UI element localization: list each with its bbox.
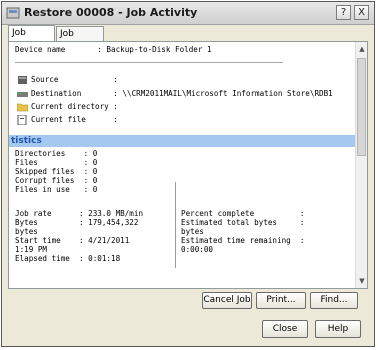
destination-line: Destination : \\CRM2011MAIL\Microsoft In… (31, 89, 333, 98)
separator (15, 62, 283, 63)
print-button[interactable]: Print... (256, 292, 306, 309)
close-titlebar-button[interactable]: X (354, 5, 369, 20)
restore-icon (6, 7, 20, 19)
device-name-line: Device name : Backup-to-Disk Folder 1 (15, 45, 212, 54)
stat-skipped-files: Skipped files : 0 (15, 167, 98, 176)
tab-job-history[interactable]: Job History (56, 26, 104, 53)
folder-icon (17, 103, 28, 112)
start-time: Start time : 4/21/2011 (15, 236, 130, 245)
tab-job-activity[interactable]: Job Activity (8, 25, 55, 52)
current-directory-line: Current directory : (31, 102, 118, 111)
window-title: Restore 00008 - Job Activity (24, 6, 198, 19)
activity-content: Device name : Backup-to-Disk Folder 1 So… (9, 42, 355, 288)
job-activity-panel: Device name : Backup-to-Disk Folder 1 So… (8, 41, 368, 289)
estimated-time-remaining: Estimated time remaining : (181, 236, 305, 245)
stat-files-in-use: Files in use : 0 (15, 185, 98, 194)
column-divider (175, 182, 176, 268)
bytes-unit: bytes (15, 227, 38, 236)
title-bar: Restore 00008 - Job Activity ? X (2, 2, 374, 25)
help-button[interactable]: Help (315, 320, 361, 338)
help-titlebar-button[interactable]: ? (336, 5, 351, 20)
vertical-scrollbar[interactable]: ▲ ▼ (355, 42, 367, 288)
scroll-thumb[interactable] (357, 58, 366, 156)
job-activity-window: Restore 00008 - Job Activity ? X Job Act… (1, 1, 375, 347)
file-icon (17, 115, 27, 125)
stat-files: Files : 0 (15, 158, 98, 167)
estimated-bytes-unit: bytes (181, 227, 204, 236)
stat-corrupt-files: Corrupt files : 0 (15, 176, 98, 185)
statistics-header: tistics (9, 135, 355, 147)
source-line: Source : (31, 75, 118, 84)
percent-complete: Percent complete : (181, 209, 305, 218)
start-time-clock: 1:19 PM (15, 245, 48, 254)
cancel-job-button[interactable]: Cancel Job (202, 292, 252, 309)
close-button[interactable]: Close (262, 320, 308, 338)
scroll-down-icon[interactable]: ▼ (357, 276, 367, 286)
estimated-time-value: 0:00:00 (181, 245, 214, 254)
statistics-title: tistics (11, 136, 42, 146)
destination-icon (17, 92, 28, 97)
bytes: Bytes : 179,454,322 (15, 218, 139, 227)
job-rate: Job rate : 233.0 MB/min (15, 209, 144, 218)
source-icon (18, 76, 27, 84)
current-file-line: Current file : (31, 115, 118, 124)
scroll-up-icon[interactable]: ▲ (357, 44, 367, 54)
stat-directories: Directories : 0 (15, 149, 98, 158)
estimated-total-bytes: Estimated total bytes : (181, 218, 305, 227)
find-button[interactable]: Find... (310, 292, 358, 309)
elapsed-time: Elapsed time : 0:01:18 (15, 254, 121, 263)
